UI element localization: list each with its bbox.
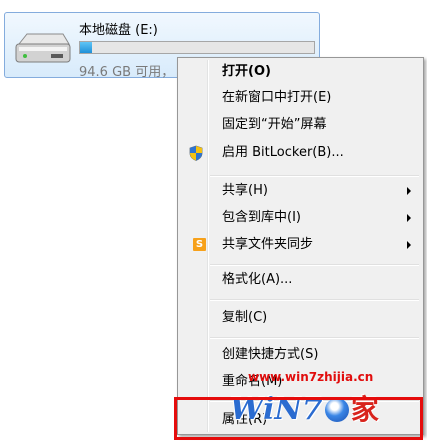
menu-item-open-new-window[interactable]: 在新窗口中打开(E) (180, 87, 421, 109)
menu-separator (210, 299, 419, 301)
submenu-arrow-icon (407, 187, 411, 195)
menu-item-label: 启用 BitLocker(B)... (222, 145, 344, 160)
menu-separator (210, 175, 419, 177)
menu-item-pin-to-start[interactable]: 固定到“开始”屏幕 (180, 114, 421, 136)
drive-usage-bar (79, 41, 315, 54)
submenu-arrow-icon (407, 241, 411, 249)
menu-item-label: 固定到“开始”屏幕 (222, 117, 327, 132)
menu-item-share[interactable]: 共享(H) (180, 180, 421, 202)
menu-item-label: 在新窗口中打开(E) (222, 90, 332, 105)
menu-item-label: 共享(H) (222, 183, 268, 198)
menu-item-shared-folder-sync[interactable]: S 共享文件夹同步 (180, 234, 421, 256)
menu-item-label: 复制(C) (222, 310, 268, 325)
menu-item-label: 格式化(A)... (222, 272, 293, 287)
menu-separator (210, 337, 419, 339)
drive-usage-fill (80, 42, 92, 53)
menu-item-label: 创建快捷方式(S) (222, 347, 319, 362)
hard-drive-icon (15, 33, 71, 63)
menu-item-open[interactable]: 打开(O) (180, 61, 421, 83)
menu-item-copy[interactable]: 复制(C) (180, 307, 421, 329)
shield-icon (189, 145, 203, 161)
drive-free-space: 94.6 GB 可用， (79, 65, 175, 80)
menu-item-include-in-library[interactable]: 包含到库中(I) (180, 207, 421, 229)
menu-separator (210, 264, 419, 266)
menu-item-bitlocker[interactable]: 启用 BitLocker(B)... (180, 142, 421, 164)
menu-item-label: 包含到库中(I) (222, 210, 301, 225)
submenu-arrow-icon (407, 214, 411, 222)
menu-item-label: 打开(O) (222, 64, 271, 79)
menu-item-format[interactable]: 格式化(A)... (180, 269, 421, 291)
menu-item-label: 共享文件夹同步 (222, 237, 314, 252)
properties-highlight-box (174, 397, 423, 440)
s-sync-icon: S (193, 238, 206, 251)
drive-name: 本地磁盘 (E:) (79, 23, 158, 38)
menu-item-create-shortcut[interactable]: 创建快捷方式(S) (180, 344, 421, 366)
watermark-url: www.win7zhijia.cn (248, 370, 374, 384)
